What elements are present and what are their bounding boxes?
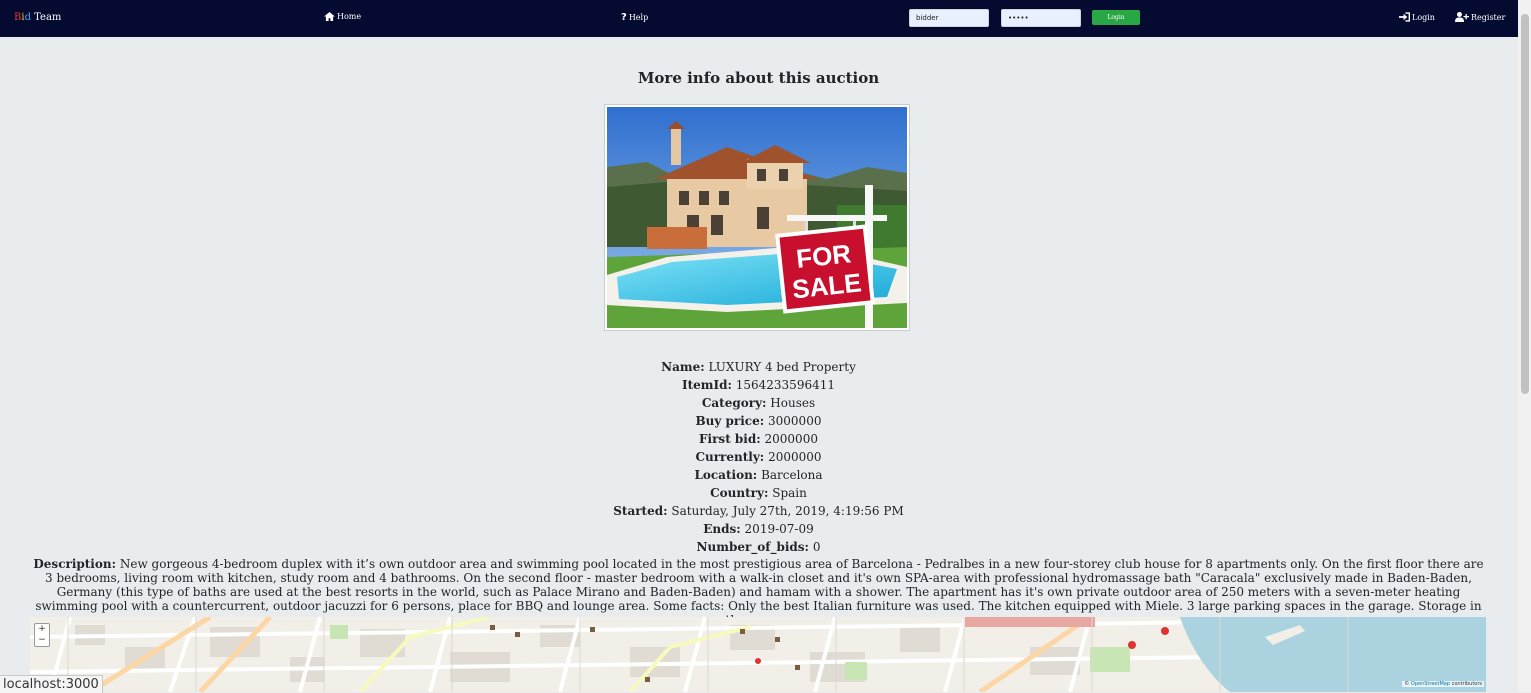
login-submit-button[interactable]: Login (1092, 10, 1140, 25)
detail-value: Saturday, July 27th, 2019, 4:19:56 PM (671, 504, 904, 518)
nav-login-link[interactable]: Login (1399, 12, 1435, 22)
username-input[interactable] (909, 9, 989, 27)
osm-link[interactable]: OpenStreetMap (1411, 681, 1450, 687)
detail-label: Currently: (695, 450, 765, 464)
home-icon (324, 12, 335, 21)
detail-row: Ends: 2019-07-09 (0, 520, 1517, 538)
detail-value: 3000000 (768, 414, 822, 428)
detail-label: Name: (661, 360, 705, 374)
nav-register-label: Register (1471, 12, 1506, 22)
detail-label: Number_of_bids: (696, 540, 809, 554)
item-photo: FOR SALE (604, 104, 910, 331)
detail-value: 2000000 (764, 432, 818, 446)
detail-row: Buy price: 3000000 (0, 412, 1517, 430)
detail-row: Currently: 2000000 (0, 448, 1517, 466)
brand-logo[interactable]: Bid Team (14, 12, 61, 23)
page-scrollbar[interactable] (1518, 0, 1531, 692)
detail-value: 2000000 (768, 450, 822, 464)
user-plus-icon (1455, 12, 1469, 22)
location-map[interactable]: + − © OpenStreetMap contributors (30, 617, 1486, 692)
attribution-suffix: contributors (1451, 681, 1482, 687)
detail-row: Name: LUXURY 4 bed Property (0, 358, 1517, 376)
top-navbar: Bid Team Home ? Help Login Login Registe… (0, 0, 1531, 37)
detail-value: 2019-07-09 (744, 522, 814, 536)
detail-row: Location: Barcelona (0, 466, 1517, 484)
item-details: Name: LUXURY 4 bed Property ItemId: 1564… (0, 358, 1517, 556)
question-icon: ? (621, 12, 627, 23)
nav-help-link[interactable]: ? Help (621, 12, 648, 23)
nav-help-label: Help (628, 13, 649, 22)
detail-label: Country: (710, 486, 769, 500)
map-tiles (30, 617, 1486, 692)
property-photo: FOR SALE (607, 107, 907, 328)
zoom-in-button[interactable]: + (35, 624, 49, 635)
detail-row: ItemId: 1564233596411 (0, 376, 1517, 394)
sign-in-icon (1399, 12, 1410, 22)
detail-value: 1564233596411 (735, 378, 835, 392)
detail-value: 0 (812, 540, 821, 554)
detail-row: Country: Spain (0, 484, 1517, 502)
detail-label: Buy price: (695, 414, 765, 428)
detail-row: Started: Saturday, July 27th, 2019, 4:19… (0, 502, 1517, 520)
detail-label: ItemId: (681, 378, 732, 392)
detail-label: Ends: (703, 522, 741, 536)
detail-value: Houses (770, 396, 816, 410)
password-input[interactable] (1001, 9, 1081, 27)
detail-value: LUXURY 4 bed Property (708, 360, 856, 374)
nav-register-link[interactable]: Register (1455, 12, 1505, 22)
status-bar-url: localhost:3000 (0, 675, 103, 693)
detail-row: Number_of_bids: 0 (0, 538, 1517, 556)
detail-value: Barcelona (761, 468, 823, 482)
attribution-prefix: © (1404, 681, 1410, 687)
detail-label: Location: (694, 468, 758, 482)
nav-home-label: Home (337, 12, 362, 21)
nav-home-link[interactable]: Home (324, 12, 361, 21)
page-title: More info about this auction (637, 69, 880, 87)
map-attribution: © OpenStreetMap contributors (1402, 681, 1484, 687)
nav-login-label: Login (1412, 12, 1435, 22)
detail-label: Category: (701, 396, 767, 410)
brand-suffix: Team (34, 12, 62, 23)
zoom-out-button[interactable]: − (35, 635, 49, 646)
scrollbar-thumb[interactable] (1521, 14, 1529, 394)
map-zoom-control: + − (34, 623, 50, 647)
description-label: Description: (33, 557, 117, 571)
brand-prefix-part: d (24, 12, 31, 23)
detail-row: First bid: 2000000 (0, 430, 1517, 448)
detail-row: Category: Houses (0, 394, 1517, 412)
detail-label: Started: (613, 504, 668, 518)
detail-value: Spain (772, 486, 807, 500)
detail-label: First bid: (699, 432, 761, 446)
